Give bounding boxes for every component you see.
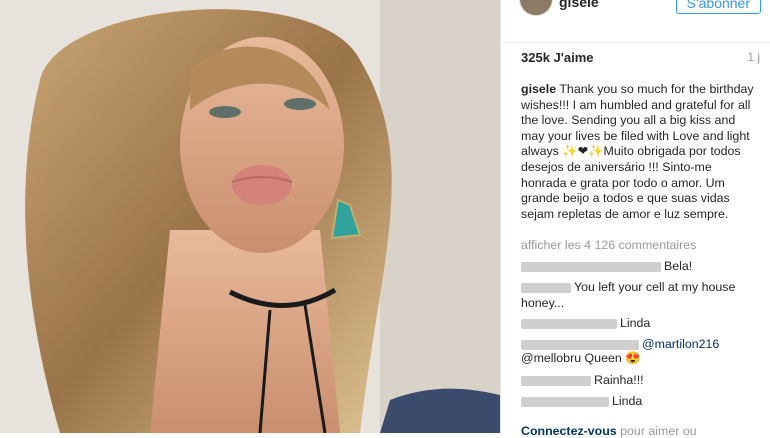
- post-header: gisele S'abonner: [501, 0, 770, 43]
- caption: gisele Thank you so much for the birthda…: [521, 82, 756, 222]
- login-link[interactable]: Connectez-vous: [521, 424, 617, 438]
- post-age[interactable]: 1 j: [747, 50, 760, 64]
- comment: You left your cell at my house honey...: [521, 280, 756, 311]
- avatar[interactable]: [519, 0, 553, 16]
- comment: Linda: [521, 316, 756, 332]
- comment-text: Bela!: [664, 259, 693, 273]
- login-prompt: Connectez-vous pour aimer ou: [521, 424, 697, 438]
- post-photo[interactable]: [0, 0, 500, 433]
- comment-text: Linda: [612, 394, 643, 408]
- username-link[interactable]: gisele: [559, 0, 599, 10]
- selfie-image: [0, 0, 500, 433]
- comment-username[interactable]: [521, 375, 591, 386]
- comment-username[interactable]: [521, 339, 639, 350]
- comment: Bela!: [521, 259, 756, 275]
- comment-username[interactable]: [521, 282, 571, 293]
- follow-button[interactable]: S'abonner: [675, 0, 761, 14]
- caption-text: Thank you so much for the birthday wishe…: [521, 82, 754, 221]
- comment-username[interactable]: [521, 318, 617, 329]
- show-comments-link[interactable]: afficher les 4 126 commentaires: [521, 238, 696, 252]
- caption-username[interactable]: gisele: [521, 82, 556, 96]
- post-side-panel: gisele S'abonner 325k J'aime 1 j gisele …: [500, 0, 770, 438]
- comment: Linda: [521, 394, 756, 410]
- comment-text: @mellobru Queen 😍: [521, 351, 641, 365]
- comment-text: Rainha!!!: [594, 373, 644, 387]
- likes-count[interactable]: 325k J'aime: [521, 50, 593, 65]
- login-prompt-text: pour aimer ou: [616, 424, 697, 438]
- comment: @mellobru Queen 😍: [521, 351, 756, 367]
- comment-username[interactable]: [521, 261, 661, 272]
- comment-username[interactable]: [521, 396, 609, 407]
- comment-text: Linda: [620, 316, 651, 330]
- comment-mention[interactable]: @martilon216: [642, 337, 719, 351]
- comment: Rainha!!!: [521, 373, 756, 389]
